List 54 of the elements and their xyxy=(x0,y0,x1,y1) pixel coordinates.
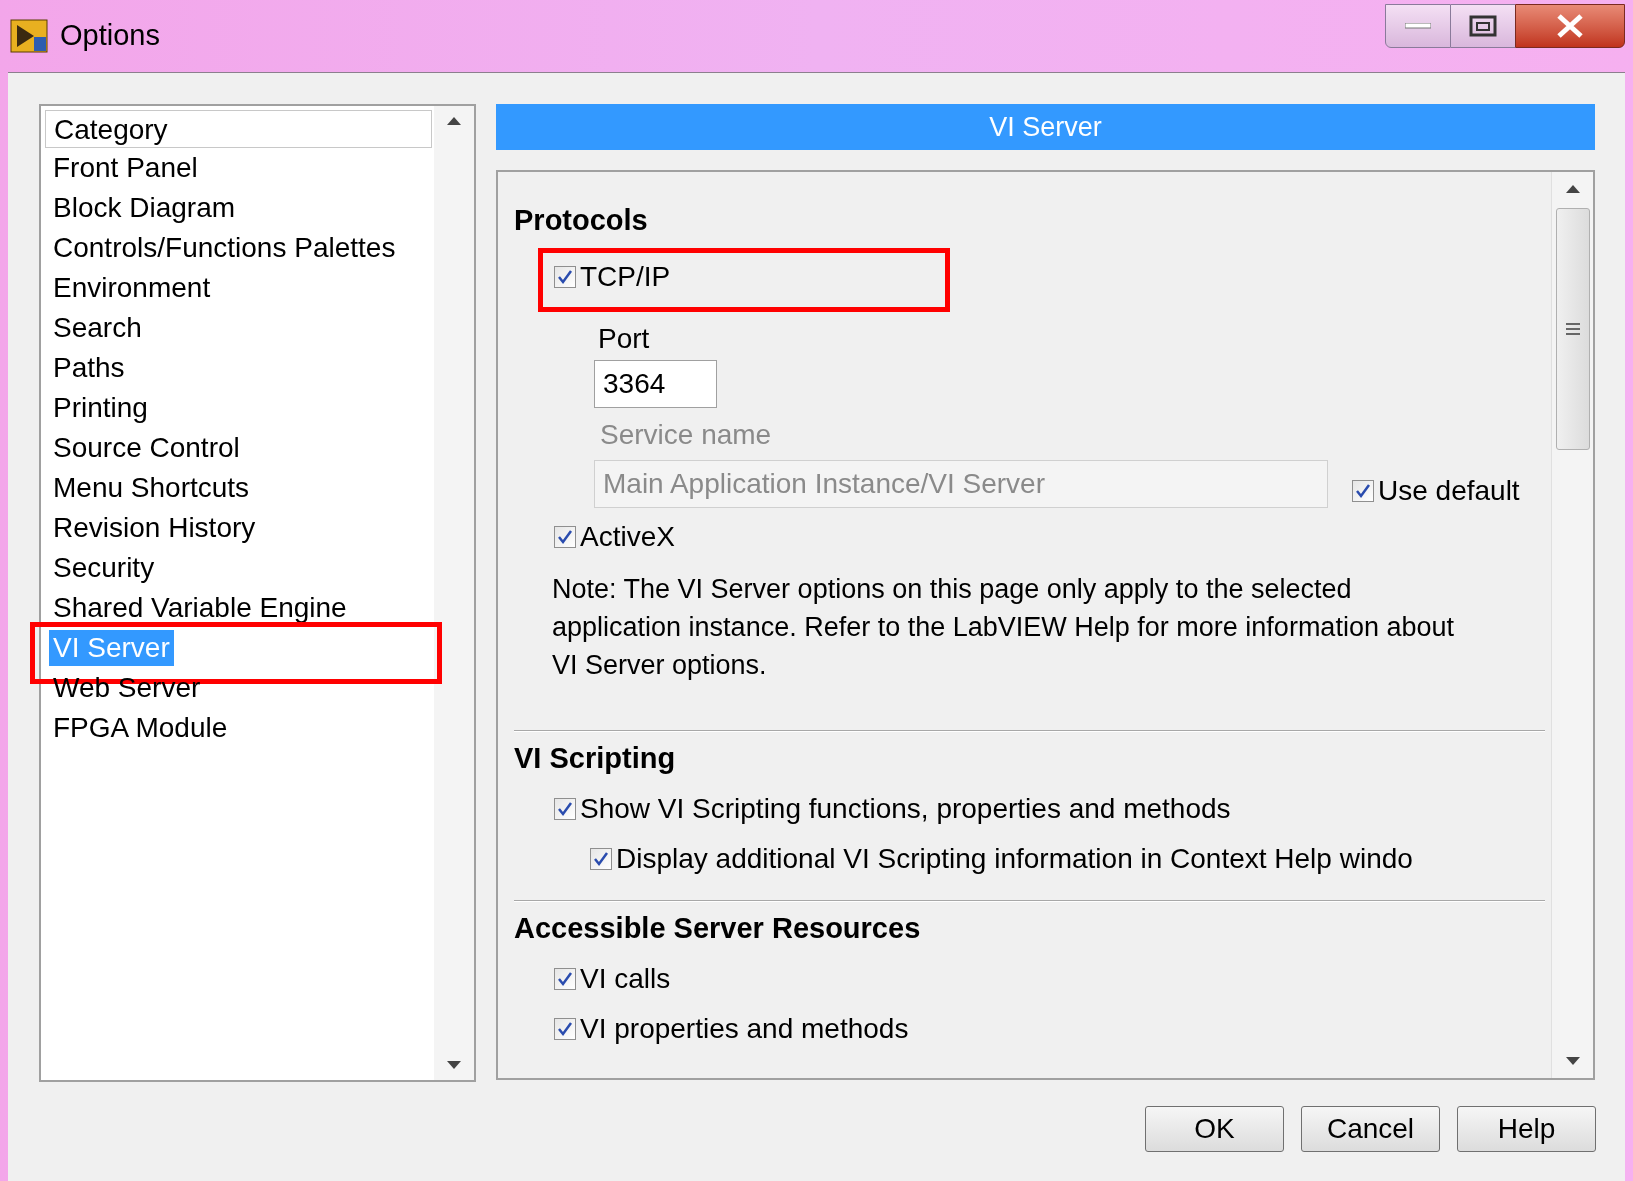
category-item[interactable]: Block Diagram xyxy=(53,190,236,226)
close-button[interactable] xyxy=(1515,4,1625,48)
checkbox[interactable] xyxy=(554,266,576,288)
checkbox[interactable] xyxy=(554,968,576,990)
port-field[interactable]: 3364 xyxy=(594,360,717,408)
close-icon xyxy=(1556,14,1584,38)
scroll-down-icon[interactable] xyxy=(1564,1056,1581,1066)
checkbox[interactable] xyxy=(554,798,576,820)
category-item[interactable]: Controls/Functions Palettes xyxy=(53,230,396,266)
category-item[interactable]: Search xyxy=(53,310,142,346)
window-title: Options xyxy=(60,18,160,54)
category-item[interactable]: Printing xyxy=(53,390,148,426)
scroll-thumb[interactable] xyxy=(1555,208,1590,450)
minimize-button[interactable] xyxy=(1385,4,1451,48)
category-item[interactable]: Front Panel xyxy=(53,150,198,186)
app-icon xyxy=(10,19,48,53)
checkbox-label: Use default xyxy=(1378,474,1520,508)
section-heading: Protocols xyxy=(514,203,649,238)
category-item[interactable]: Source Control xyxy=(53,430,240,466)
scrollbar[interactable] xyxy=(1551,172,1593,1078)
dialog-button[interactable]: Help xyxy=(1457,1106,1596,1152)
category-item[interactable]: Paths xyxy=(53,350,125,386)
checkbox[interactable] xyxy=(590,848,612,870)
category-item[interactable]: Environment xyxy=(53,270,211,306)
checkbox-label: TCP/IP xyxy=(580,260,671,294)
note-text: Note: The VI Server options on this page only apply to the selected application instance. Refer to the LabVIEW Help for more information about VI Server options. xyxy=(552,573,1455,682)
checkbox-label: VI calls xyxy=(580,962,671,996)
restore-icon xyxy=(1469,15,1497,37)
scroll-up-icon[interactable] xyxy=(1564,184,1581,194)
category-item[interactable]: Security xyxy=(53,550,155,586)
section-heading: VI Scripting xyxy=(514,741,677,776)
checkbox[interactable] xyxy=(554,1018,576,1040)
maximize-button[interactable] xyxy=(1451,4,1515,48)
page-header: VI Server xyxy=(496,104,1595,150)
grip-icon xyxy=(1564,322,1581,336)
category-item[interactable]: Revision History xyxy=(53,510,256,546)
scroll-up-icon[interactable] xyxy=(446,116,462,126)
checkbox-label: ActiveX xyxy=(580,520,675,554)
field-label: Service name xyxy=(600,418,773,452)
list-header: Category xyxy=(45,110,432,148)
category-item[interactable]: Menu Shortcuts xyxy=(53,470,250,506)
dialog-button[interactable]: OK xyxy=(1145,1106,1284,1152)
dialog-button[interactable]: Cancel xyxy=(1301,1106,1440,1152)
minimize-icon xyxy=(1405,23,1431,29)
scroll-down-icon[interactable] xyxy=(446,1060,462,1070)
section-heading: Accessible Server Resources xyxy=(514,911,922,946)
category-item[interactable]: Shared Variable Engine xyxy=(53,590,347,626)
checkbox[interactable] xyxy=(554,526,576,548)
checkbox-label: Display additional VI Scripting information in Context Help windo xyxy=(616,842,1413,876)
category-item[interactable]: FPGA Module xyxy=(53,710,228,746)
scrollbar[interactable] xyxy=(434,106,474,1080)
checkbox-label: Show VI Scripting functions, properties and methods xyxy=(580,792,1231,826)
field-label: Port xyxy=(598,322,651,356)
checkbox-label: VI properties and methods xyxy=(580,1012,909,1046)
